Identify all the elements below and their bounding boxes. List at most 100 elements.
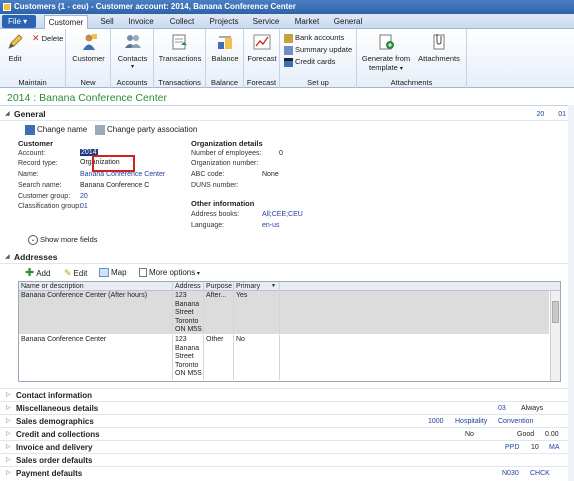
transactions-button[interactable]: Transactions <box>156 33 204 63</box>
grid-header: Name or description Address Purpose Prim… <box>19 282 560 291</box>
cell-purpose: Other <box>204 335 234 380</box>
address-line: Street <box>175 353 194 360</box>
tab-projects[interactable]: Projects <box>208 15 240 29</box>
summary-value: N030 <box>502 470 519 477</box>
fasttab-sales-demographics[interactable]: ▷ Sales demographics 1000 Hospitality Con… <box>0 414 574 427</box>
credit-cards-label: Credit cards <box>295 57 336 66</box>
pencil-icon <box>8 34 23 49</box>
search-name-field[interactable]: Banana Conference C <box>80 182 149 189</box>
fasttab-general-header[interactable]: ◢ General 20 01 <box>0 108 574 121</box>
delete-button[interactable]: ✕ Delete <box>32 33 63 44</box>
language-label: Language: <box>191 222 225 229</box>
delete-icon: ✕ <box>32 33 40 43</box>
credit-cards-button[interactable]: Credit cards <box>284 56 335 67</box>
new-customer-button[interactable]: Customer <box>70 33 107 63</box>
contacts-icon <box>124 35 141 48</box>
tab-collect[interactable]: Collect <box>167 15 197 29</box>
show-more-fields-button[interactable]: ⌄ Show more fields <box>28 233 98 247</box>
bank-accounts-button[interactable]: Bank accounts <box>284 32 344 43</box>
ribbon-group-setup: Bank accounts Summary update Credit card… <box>280 29 357 88</box>
ribbon-group-attachments: Generate from template ▾ Attachments Att… <box>357 29 467 88</box>
map-button[interactable]: Map <box>99 266 127 280</box>
edit-button[interactable]: Edit <box>4 33 26 63</box>
table-row[interactable]: Banana Conference Center 123 Banana Stre… <box>19 335 549 380</box>
group-label-balance: Balance <box>210 78 239 87</box>
address-line: Toronto <box>175 317 199 325</box>
more-options-button[interactable]: More options ▾ <box>139 266 200 280</box>
cell-name: Banana Conference Center (After hours) <box>19 291 173 334</box>
form-vertical-scrollbar[interactable] <box>568 105 574 481</box>
contacts-button[interactable]: Contacts ▾ <box>113 33 152 70</box>
show-more-label: Show more fields <box>40 235 98 244</box>
classification-group-field[interactable]: 01 <box>80 203 88 210</box>
address-line: Street <box>175 309 194 316</box>
table-row[interactable]: Banana Conference Center (After hours) 1… <box>19 291 549 334</box>
change-name-icon <box>25 124 35 135</box>
cell-primary: Yes <box>234 291 280 334</box>
language-field[interactable]: en-us <box>262 222 280 229</box>
customer-section-title: Customer <box>18 139 54 148</box>
ribbon-tab-row: File ▾ Customer Sell Invoice Collect Pro… <box>0 14 574 29</box>
group-label-setup: Set up <box>307 78 329 87</box>
add-address-button[interactable]: ✚ Add <box>25 266 50 280</box>
attachments-button[interactable]: Attachments <box>415 33 463 63</box>
employees-field[interactable]: 0 <box>279 150 283 157</box>
fasttab-payment-defaults[interactable]: ▷ Payment defaults N030 CHCK <box>0 466 574 479</box>
add-icon: ✚ <box>25 267 35 279</box>
fasttab-invoice-and-delivery[interactable]: ▷ Invoice and delivery PPD 10 MA <box>0 440 574 453</box>
collapse-triangle-icon: ◢ <box>5 254 10 260</box>
primary-header-label: Primary <box>236 283 261 290</box>
tab-market[interactable]: Market <box>293 15 321 29</box>
summary-update-icon <box>284 45 293 55</box>
tab-invoice[interactable]: Invoice <box>125 15 157 29</box>
fasttab-contact-information[interactable]: ▷ Contact information <box>0 388 574 401</box>
fasttab-label: Sales demographics <box>16 417 94 426</box>
cell-address: 123 Banana Street Toronto ON M5S <box>173 335 204 380</box>
group-label-attachments: Attachments <box>390 78 433 87</box>
fasttab-addresses-header[interactable]: ◢ Addresses <box>0 251 574 264</box>
column-header-primary[interactable]: Primary ▼ <box>234 282 280 291</box>
summary-value: 01 <box>558 111 566 118</box>
grid-vertical-scrollbar[interactable] <box>550 291 560 381</box>
column-header-name[interactable]: Name or description <box>19 282 173 291</box>
balance-icon <box>218 36 232 49</box>
name-field[interactable]: Banana Conference Center <box>80 171 165 178</box>
file-menu-button[interactable]: File ▾ <box>2 15 36 28</box>
window-title: Customers (1 - ceu) - Customer account: … <box>14 2 296 11</box>
balance-button[interactable]: Balance <box>208 33 242 63</box>
name-label: Name: <box>18 171 39 178</box>
fasttab-sales-order-defaults[interactable]: ▷ Sales order defaults <box>0 453 574 466</box>
group-label-transactions: Transactions <box>158 78 201 87</box>
summary-update-button[interactable]: Summary update <box>284 44 352 55</box>
address-books-field[interactable]: All;CEE;CEU <box>262 211 303 218</box>
abc-code-field[interactable]: None <box>262 171 279 178</box>
tab-sell[interactable]: Sell <box>94 15 120 29</box>
forecast-button[interactable]: Forecast <box>246 33 278 63</box>
scrollbar-thumb[interactable] <box>552 301 559 323</box>
transactions-label: Transactions <box>158 54 202 63</box>
generate-from-template-button[interactable]: Generate from template ▾ <box>359 33 413 72</box>
tab-customer[interactable]: Customer <box>44 15 88 29</box>
search-name-label: Search name: <box>18 182 62 189</box>
fasttab-label: Miscellaneous details <box>16 404 99 413</box>
change-name-button[interactable]: Change name <box>25 123 87 137</box>
change-party-association-button[interactable]: Change party association <box>95 123 197 137</box>
balance-label: Balance <box>211 54 239 63</box>
cell-purpose: After... <box>204 291 234 334</box>
column-header-purpose[interactable]: Purpose <box>204 282 234 291</box>
tab-service[interactable]: Service <box>252 15 280 29</box>
fasttab-credit-and-collections[interactable]: ▷ Credit and collections No Good 0.00 <box>0 427 574 440</box>
tab-general[interactable]: General <box>333 15 363 29</box>
map-label: Map <box>111 268 127 277</box>
transactions-icon <box>172 34 187 50</box>
address-books-label: Address books: <box>191 211 240 218</box>
edit-address-button[interactable]: ✎ Edit <box>64 266 87 280</box>
generate-label: Generate from <box>361 54 411 63</box>
fasttab-general-label: General <box>14 109 46 119</box>
other-info-section-title: Other information <box>191 199 255 208</box>
fasttab-addresses-label: Addresses <box>14 252 58 262</box>
customer-group-field[interactable]: 20 <box>80 193 88 200</box>
column-header-address[interactable]: Address <box>173 282 204 291</box>
delete-label: Delete <box>41 34 64 43</box>
fasttab-miscellaneous-details[interactable]: ▷ Miscellaneous details 03 Always <box>0 401 574 414</box>
